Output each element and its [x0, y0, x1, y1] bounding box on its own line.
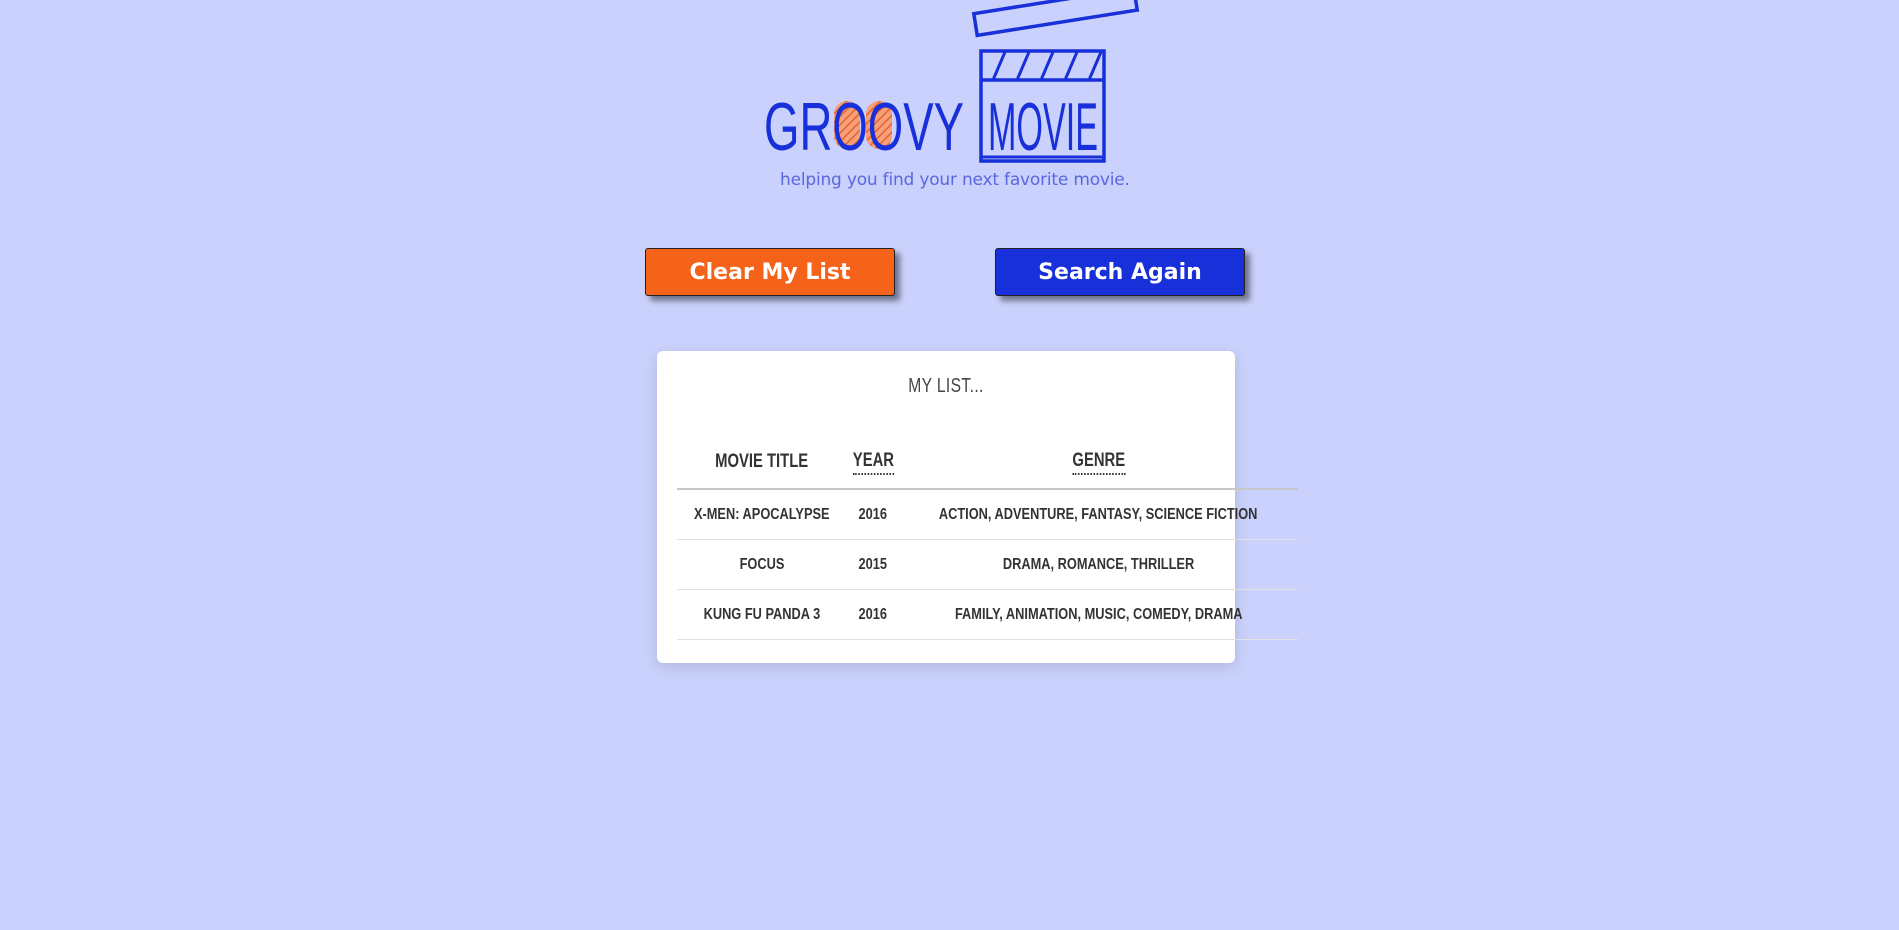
brand-word-groovy: GROOVY: [764, 89, 964, 165]
movie-title-cell: FOCUS: [677, 539, 847, 590]
table-row: FOCUS 2015 DRAMA, ROMANCE, THRILLER: [677, 539, 1298, 590]
my-list-table: MOVIE TITLE YEAR GENRE X-MEN: APOCALYPSE…: [677, 436, 1298, 640]
movie-title-cell: KUNG FU PANDA 3: [677, 589, 847, 640]
clear-list-button[interactable]: Clear My List: [645, 248, 895, 296]
my-list-title: MY LIST...: [908, 375, 984, 397]
search-again-button[interactable]: Search Again: [995, 248, 1245, 296]
tagline: helping you find your next favorite movi…: [780, 170, 1130, 190]
movie-genre-cell: ACTION, ADVENTURE, FANTASY, SCIENCE FICT…: [899, 489, 1298, 540]
movie-year-cell: 2015: [846, 539, 900, 590]
movie-year-cell: 2016: [846, 489, 900, 540]
column-header-title: MOVIE TITLE: [677, 436, 847, 490]
movie-genre-cell: DRAMA, ROMANCE, THRILLER: [899, 539, 1298, 590]
column-header-genre[interactable]: GENRE: [899, 436, 1298, 490]
column-header-year[interactable]: YEAR: [846, 436, 900, 490]
movie-year-cell: 2016: [846, 589, 900, 640]
my-list-card: MY LIST... MOVIE TITLE YEAR GENRE X-MEN:…: [657, 351, 1298, 663]
table-header-row: MOVIE TITLE YEAR GENRE: [677, 436, 1298, 490]
movie-title-cell: X-MEN: APOCALYPSE: [677, 489, 847, 540]
brand-word-movie: MOVIE: [988, 89, 1098, 165]
table-row: X-MEN: APOCALYPSE 2016 ACTION, ADVENTURE…: [677, 489, 1298, 540]
table-row: KUNG FU PANDA 3 2016 FAMILY, ANIMATION, …: [677, 589, 1298, 640]
movie-genre-cell: FAMILY, ANIMATION, MUSIC, COMEDY, DRAMA: [899, 589, 1298, 640]
